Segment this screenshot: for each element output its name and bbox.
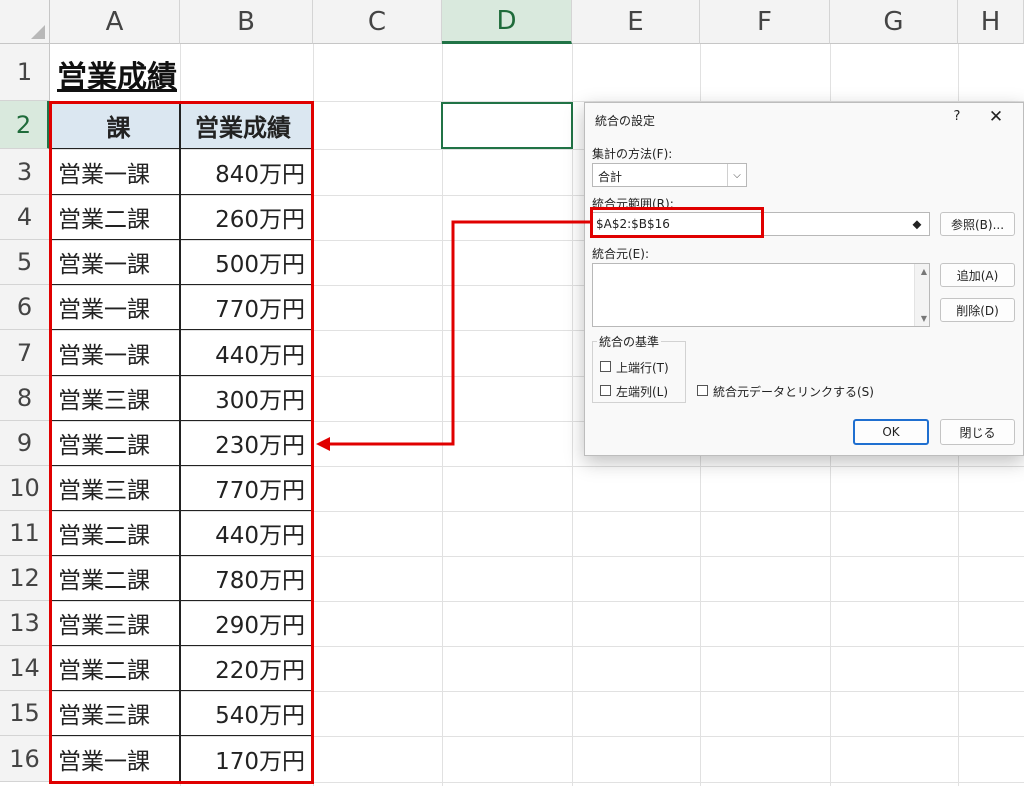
top-row-label[interactable]: 上端行(T)	[616, 359, 669, 376]
row-header-3[interactable]: 3	[0, 149, 50, 195]
function-label: 集計の方法(F):	[592, 147, 673, 161]
row-header-15[interactable]: 15	[0, 691, 50, 736]
column-header-g[interactable]: G	[830, 0, 958, 44]
column-header-b[interactable]: B	[180, 0, 313, 44]
row-header-13[interactable]: 13	[0, 601, 50, 646]
row-header-1[interactable]: 1	[0, 44, 50, 101]
active-cell-d2[interactable]	[441, 102, 573, 149]
row-header-9[interactable]: 9	[0, 421, 50, 466]
column-header-h[interactable]: H	[958, 0, 1024, 44]
delete-button[interactable]: 削除(D)	[940, 298, 1015, 322]
row-header-2[interactable]: 2	[0, 101, 50, 149]
row-header-16[interactable]: 16	[0, 736, 50, 782]
function-value: 合計	[598, 170, 623, 184]
chevron-down-icon[interactable]: ⌵	[727, 164, 746, 186]
reference-highlight-box	[590, 207, 764, 238]
sheet-title[interactable]: 営業成績	[57, 50, 177, 98]
all-references-list[interactable]: ▲ ▼	[592, 263, 930, 327]
left-column-checkbox[interactable]	[600, 385, 611, 396]
dialog-title: 統合の設定	[595, 114, 656, 128]
row-header-8[interactable]: 8	[0, 376, 50, 421]
gridline	[442, 44, 443, 786]
row-header-4[interactable]: 4	[0, 195, 50, 240]
collapse-dialog-icon[interactable]: ⬥	[908, 215, 926, 233]
link-label[interactable]: 統合元データとリンクする(S)	[713, 383, 874, 400]
select-all-corner[interactable]	[0, 0, 50, 44]
close-icon[interactable]: ✕	[983, 107, 1009, 127]
top-row-checkbox[interactable]	[600, 361, 611, 372]
labels-group-title: 統合の基準	[597, 333, 662, 350]
row-header-11[interactable]: 11	[0, 511, 50, 556]
list-scrollbar[interactable]: ▲ ▼	[914, 264, 929, 326]
column-header-c[interactable]: C	[313, 0, 442, 44]
add-button[interactable]: 追加(A)	[940, 263, 1015, 287]
scroll-up-icon[interactable]: ▲	[921, 267, 927, 276]
ok-button[interactable]: OK	[853, 419, 929, 445]
row-header-14[interactable]: 14	[0, 646, 50, 691]
column-header-e[interactable]: E	[572, 0, 700, 44]
row-header-10[interactable]: 10	[0, 466, 50, 511]
close-button[interactable]: 閉じる	[940, 419, 1015, 445]
row-header-5[interactable]: 5	[0, 240, 50, 285]
gridline	[572, 44, 573, 786]
browse-button[interactable]: 参照(B)...	[940, 212, 1015, 236]
column-header-d[interactable]: D	[442, 0, 572, 44]
column-header-a[interactable]: A	[50, 0, 180, 44]
function-select[interactable]: 合計 ⌵	[592, 163, 747, 187]
scroll-down-icon[interactable]: ▼	[921, 314, 927, 323]
link-checkbox[interactable]	[697, 385, 708, 396]
consolidate-dialog: 統合の設定 ? ✕ 集計の方法(F): 合計 ⌵ 統合元範囲(R): $A$2:…	[584, 102, 1024, 456]
column-header-f[interactable]: F	[700, 0, 830, 44]
row-header-7[interactable]: 7	[0, 330, 50, 376]
help-icon[interactable]: ?	[947, 109, 967, 124]
range-highlight-box	[49, 101, 314, 784]
row-header-6[interactable]: 6	[0, 285, 50, 330]
left-column-label[interactable]: 左端列(L)	[616, 383, 668, 400]
row-header-12[interactable]: 12	[0, 556, 50, 601]
all-references-label: 統合元(E):	[592, 247, 649, 261]
